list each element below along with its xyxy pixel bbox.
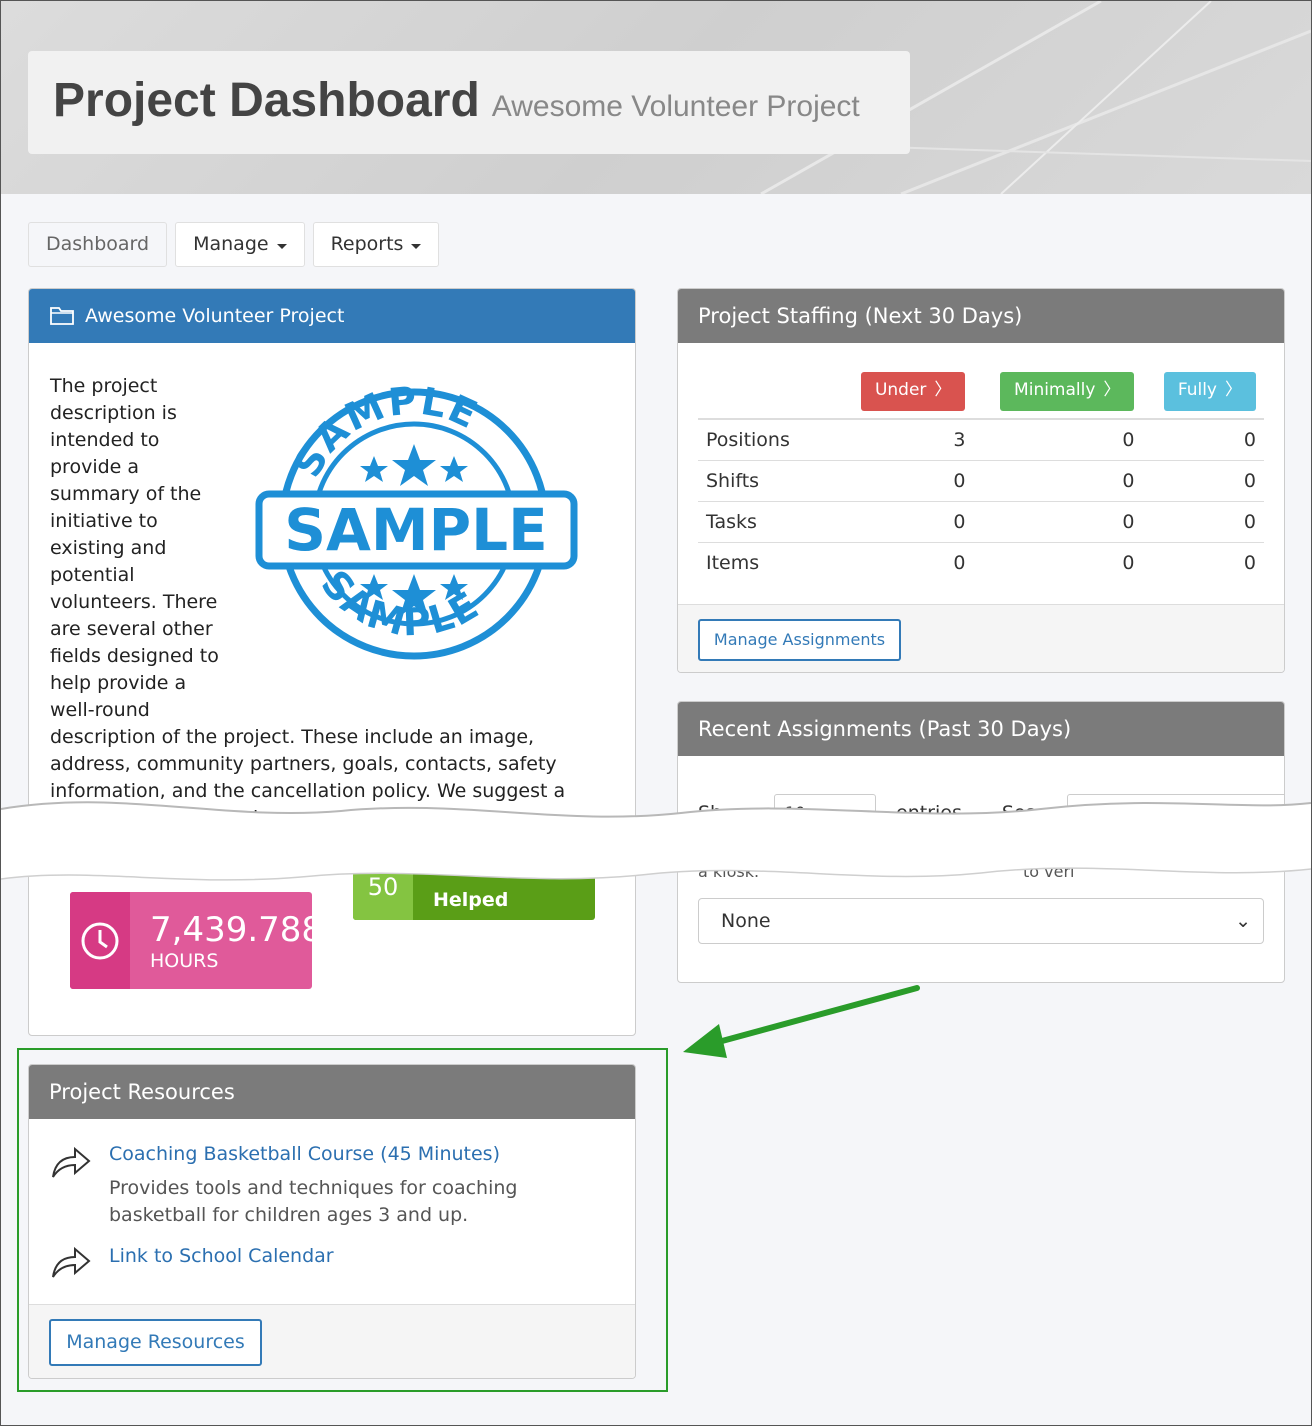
title-card: Project Dashboard Awesome Volunteer Proje…: [28, 51, 910, 154]
header-banner: Project Dashboard Awesome Volunteer Proje…: [1, 1, 1311, 194]
table-row: Tasks 0 0 0: [698, 500, 1264, 542]
staffing-cell-minimally: 0: [973, 500, 1143, 542]
project-panel-header: Awesome Volunteer Project: [29, 289, 635, 343]
description-line: existing and: [50, 537, 167, 559]
staffing-panel-title: Project Staffing (Next 30 Days): [678, 289, 1284, 343]
nav-manage-dropdown[interactable]: Manage: [175, 222, 305, 267]
nav-reports-label: Reports: [330, 233, 404, 255]
project-panel: Awesome Volunteer Project The project des…: [28, 288, 636, 1036]
table-row: Positions 3 0 0: [698, 418, 1264, 460]
staffing-cell-label: Tasks: [698, 500, 838, 542]
col-under-label: Under: [874, 380, 927, 400]
staffing-cell-label: Shifts: [698, 459, 838, 501]
page-subtitle: Awesome Volunteer Project: [491, 90, 860, 123]
nav-manage-label: Manage: [193, 233, 269, 255]
nav-dashboard-label: Dashboard: [46, 233, 150, 255]
description-line: summary of the: [50, 483, 202, 505]
nav-bar: Dashboard Manage Reports: [28, 222, 440, 267]
description-line: initiative to: [50, 510, 158, 532]
clock-icon: [70, 892, 130, 989]
staffing-cell-label: Items: [698, 541, 838, 583]
description-line: description of the project. These includ…: [50, 726, 535, 748]
caret-down-icon: [276, 243, 287, 249]
staffing-cell-fully: 0: [1142, 541, 1264, 583]
staffing-table: Under 〉 Minimally 〉 Fully 〉 Positions 3 0 0 Shi…: [698, 365, 1264, 583]
staffing-cell-fully: 0: [1142, 459, 1264, 501]
stat-hours-value: 7,439.788: [150, 910, 312, 950]
sample-stamp-image: SAMPLE SAMPLE SAMPLE: [255, 384, 578, 660]
description-line: fields designed to: [50, 645, 219, 667]
staffing-cell-fully: 0: [1142, 500, 1264, 542]
chevron-right-icon: 〉: [934, 380, 952, 400]
col-minimally-label: Minimally: [1014, 380, 1096, 400]
staffing-panel: Project Staffing (Next 30 Days) Under 〉 M…: [677, 288, 1285, 673]
torn-paper-divider: [1, 801, 1311, 881]
staffing-cell-minimally: 0: [973, 459, 1143, 501]
chevron-right-icon: 〉: [1103, 380, 1121, 400]
description-line: The project: [50, 375, 158, 397]
staffing-cell-under: 0: [838, 500, 974, 542]
description-line: potential: [50, 564, 135, 586]
staffing-cell-minimally: 0: [973, 541, 1143, 583]
nav-reports-dropdown[interactable]: Reports: [312, 222, 440, 267]
annotation-arrow-icon: [683, 985, 920, 1058]
caret-down-icon: [411, 243, 422, 249]
recent-panel-title: Recent Assignments (Past 30 Days): [678, 702, 1284, 756]
kiosk-select-value: None: [721, 910, 771, 932]
stamp-text-center: SAMPLE: [284, 496, 547, 564]
highlight-box: [17, 1048, 668, 1392]
table-row: Shifts 0 0 0: [698, 459, 1264, 501]
filter-fully-button[interactable]: Fully 〉: [1163, 372, 1256, 411]
project-panel-title: Awesome Volunteer Project: [85, 305, 345, 327]
stat-hours: 7,439.788 HOURS: [70, 892, 312, 989]
staffing-cell-label: Positions: [698, 418, 838, 460]
folder-icon: [50, 307, 74, 325]
staffing-cell-under: 0: [838, 541, 974, 583]
description-line: volunteers. There: [50, 591, 218, 613]
staffing-cell-fully: 0: [1142, 418, 1264, 460]
kiosk-select[interactable]: None ⌄: [698, 898, 1264, 944]
chevron-right-icon: 〉: [1225, 380, 1242, 400]
description-line: well-round: [50, 699, 150, 721]
description-line: intended to: [50, 429, 160, 451]
nav-dashboard[interactable]: Dashboard: [28, 222, 168, 267]
staffing-cell-under: 0: [838, 459, 974, 501]
filter-under-button[interactable]: Under 〉: [860, 372, 966, 411]
page-title: Project Dashboard: [53, 74, 480, 127]
description-narrow: The project description is intended to prov…: [50, 373, 230, 724]
filter-minimally-button[interactable]: Minimally 〉: [1000, 372, 1135, 411]
description-line: are several other: [50, 618, 213, 640]
table-row: Items 0 0 0: [698, 541, 1264, 583]
staffing-footer: Manage Assignments: [678, 604, 1284, 672]
manage-assignments-button[interactable]: Manage Assignments: [698, 619, 901, 661]
stat-hours-label: HOURS: [150, 950, 219, 972]
chevron-down-icon: ⌄: [1235, 910, 1251, 932]
staffing-cell-under: 3: [838, 418, 974, 460]
description-line: address, community partners, goals, cont…: [50, 753, 557, 775]
col-fully-label: Fully: [1177, 380, 1217, 400]
description-line: description is: [50, 402, 177, 424]
description-line: help provide a: [50, 672, 187, 694]
staffing-cell-minimally: 0: [973, 418, 1143, 460]
description-line: provide a: [50, 456, 140, 478]
